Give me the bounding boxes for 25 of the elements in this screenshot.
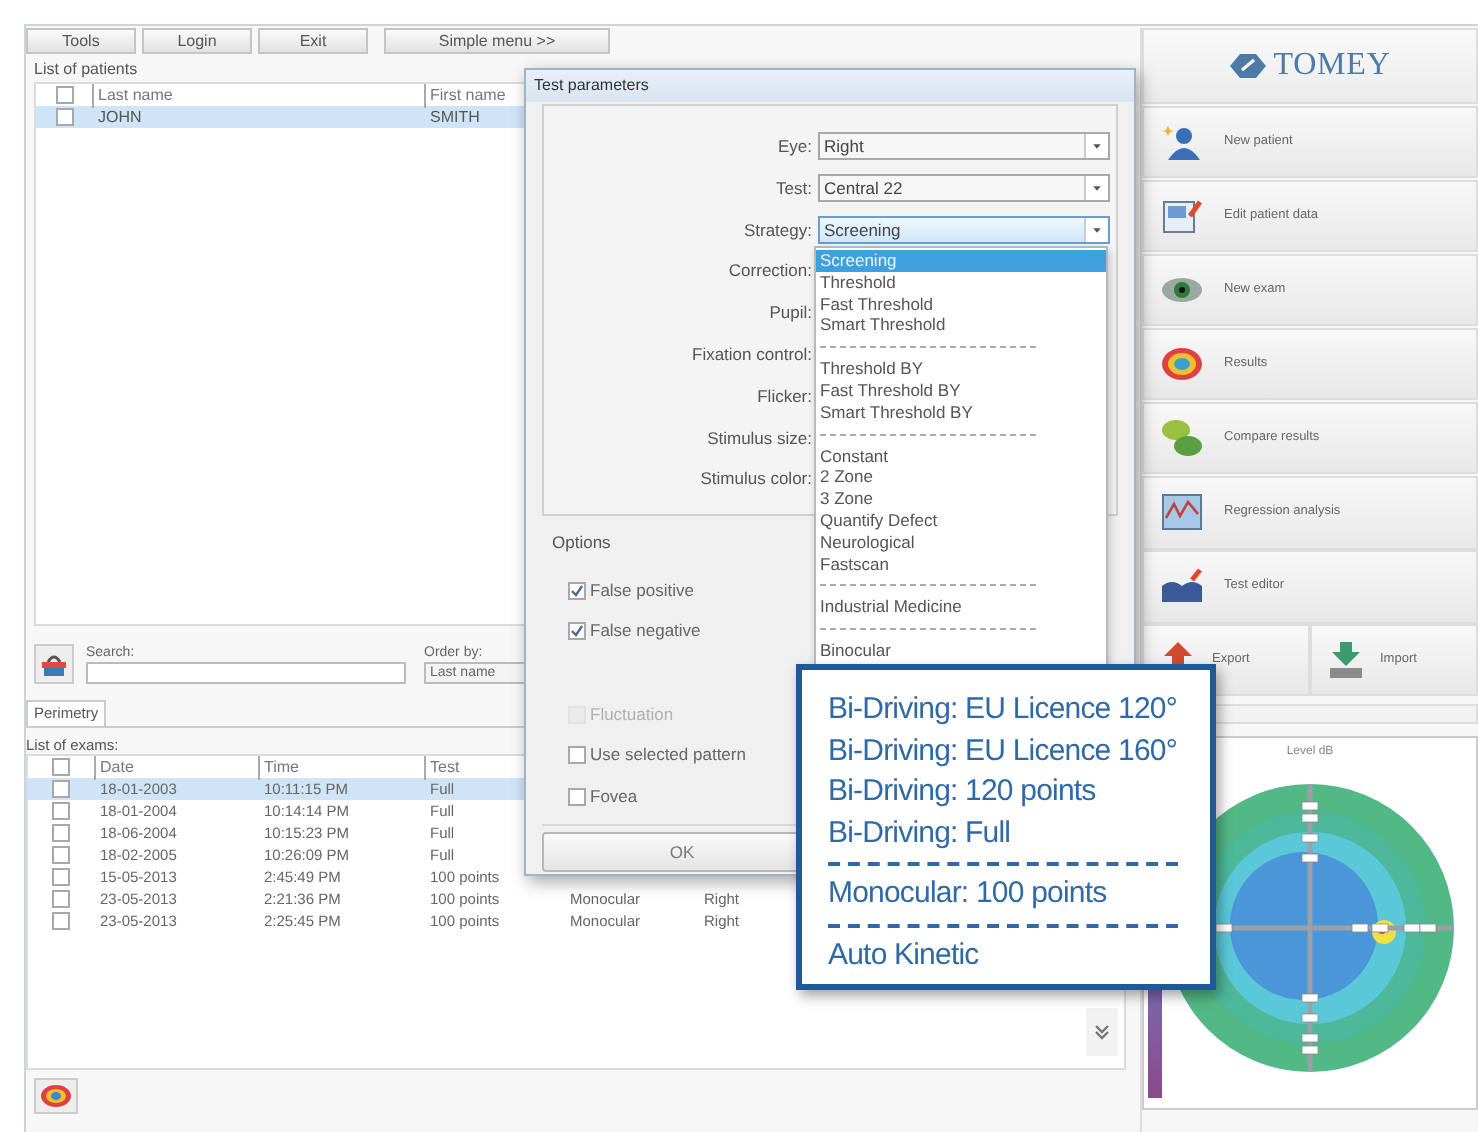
callout-text: Bi-Driving: Full bbox=[828, 813, 1013, 853]
option-label: False negative bbox=[590, 618, 701, 644]
callout-text: Monocular: 100 points bbox=[828, 874, 1109, 914]
field-label: Test: bbox=[774, 175, 814, 202]
table-cell-text: JOHN bbox=[96, 105, 144, 129]
field-label: Pupil: bbox=[767, 300, 814, 326]
field-label: Correction: bbox=[726, 258, 814, 285]
option-label: Use selected pattern bbox=[590, 742, 746, 768]
option-label: Fovea bbox=[590, 783, 638, 809]
field-label: Flicker: bbox=[755, 383, 814, 410]
logo: TOMEY bbox=[1273, 46, 1391, 86]
field-label: Strategy: bbox=[741, 217, 814, 243]
field-label: Fixation control: bbox=[690, 342, 814, 368]
option-label: False positive bbox=[590, 577, 694, 603]
callout-text: Bi-Driving: EU Licence 160° bbox=[828, 731, 1178, 771]
callout-text: Auto Kinetic bbox=[828, 935, 981, 975]
section-title: List of patients bbox=[34, 60, 138, 80]
callout-text: Bi-Driving: 120 points bbox=[828, 772, 1098, 812]
field-label: Stimulus color: bbox=[698, 466, 814, 493]
field-label: Eye: bbox=[775, 134, 814, 160]
field-label: Stimulus size: bbox=[705, 425, 814, 451]
table-cell-text: SMITH bbox=[428, 105, 482, 129]
callout-text: Bi-Driving: EU Licence 120° bbox=[828, 690, 1178, 730]
options-title: Options bbox=[552, 530, 611, 556]
option-label: Fluctuation bbox=[590, 701, 674, 727]
